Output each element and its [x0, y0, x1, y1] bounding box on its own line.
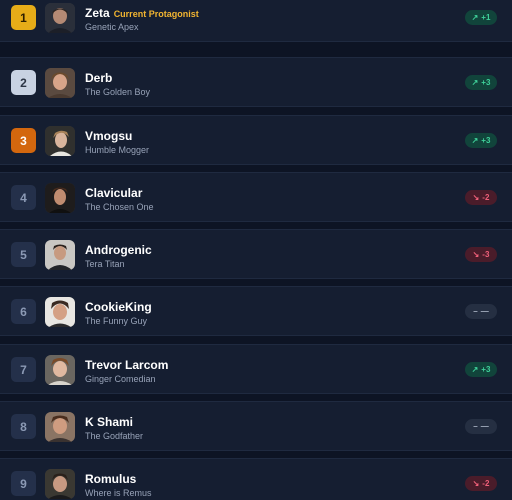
player-name: Romulus — [85, 472, 137, 486]
player-title: The Golden Boy — [85, 87, 151, 97]
player-title: The Funny Guy — [85, 316, 148, 326]
avatar — [45, 412, 75, 442]
player-name: Androgenic — [85, 243, 152, 257]
rank-change-value: -2 — [482, 479, 490, 488]
player-title: Genetic Apex — [85, 22, 139, 32]
leaderboard-row[interactable]: 3 Vmogsu Humble Mogger ↗ +3 — [0, 115, 512, 165]
rank-change-badge: – — — [465, 419, 497, 434]
player-name: Vmogsu — [85, 129, 133, 143]
rank-badge: 6 — [11, 299, 36, 324]
player-name: Zeta — [85, 6, 110, 20]
rank-change-value: +3 — [481, 365, 491, 374]
avatar — [45, 355, 75, 385]
rank-badge: 4 — [11, 185, 36, 210]
leaderboard-list: 1 Zeta Current Protagonist Genetic Apex ↗… — [0, 0, 512, 500]
player-title: Ginger Comedian — [85, 374, 156, 384]
player-name: CookieKing — [85, 300, 152, 314]
rank-change-badge: ↗ +3 — [465, 75, 497, 90]
player-title: Tera Titan — [85, 259, 125, 269]
rank-change-value: — — [480, 422, 489, 431]
avatar — [45, 469, 75, 499]
avatar — [45, 3, 75, 33]
leaderboard-row[interactable]: 9 Romulus Where is Remus ↘ -2 — [0, 458, 512, 500]
trend-up-icon: ↗ — [471, 136, 479, 145]
leaderboard-row[interactable]: 8 K Shami The Godfather – — — [0, 401, 512, 451]
rank-change-value: -2 — [482, 193, 490, 202]
rank-badge: 9 — [11, 471, 36, 496]
dash-icon: – — [473, 422, 478, 431]
avatar — [45, 183, 75, 213]
rank-badge: 1 — [11, 5, 36, 30]
status-tag: Current Protagonist — [113, 9, 199, 19]
leaderboard-row[interactable]: 1 Zeta Current Protagonist Genetic Apex ↗… — [0, 0, 512, 42]
rank-change-badge: ↘ -2 — [465, 476, 497, 491]
rank-change-badge: ↗ +3 — [465, 133, 497, 148]
rank-badge: 7 — [11, 357, 36, 382]
trend-down-icon: ↘ — [472, 193, 480, 202]
rank-badge: 3 — [11, 128, 36, 153]
leaderboard-row[interactable]: 5 Androgenic Tera Titan ↘ -3 — [0, 229, 512, 279]
rank-change-value: +1 — [481, 13, 491, 22]
avatar — [45, 297, 75, 327]
leaderboard-row[interactable]: 7 Trevor Larcom Ginger Comedian ↗ +3 — [0, 344, 512, 394]
rank-change-value: -3 — [482, 250, 490, 259]
rank-change-value: — — [480, 307, 489, 316]
leaderboard-row[interactable]: 2 Derb The Golden Boy ↗ +3 — [0, 57, 512, 107]
rank-badge: 5 — [11, 242, 36, 267]
trend-up-icon: ↗ — [471, 13, 479, 22]
avatar — [45, 68, 75, 98]
leaderboard-row[interactable]: 6 CookieKing The Funny Guy – — — [0, 286, 512, 336]
rank-change-badge: ↗ +3 — [465, 362, 497, 377]
trend-up-icon: ↗ — [471, 365, 479, 374]
rank-change-value: +3 — [481, 78, 491, 87]
player-title: Humble Mogger — [85, 145, 150, 155]
trend-up-icon: ↗ — [471, 78, 479, 87]
player-name: Trevor Larcom — [85, 358, 169, 372]
avatar — [45, 126, 75, 156]
trend-down-icon: ↘ — [472, 250, 480, 259]
rank-badge: 8 — [11, 414, 36, 439]
player-title: The Chosen One — [85, 202, 154, 212]
avatar — [45, 240, 75, 270]
rank-change-badge: – — — [465, 304, 497, 319]
player-name: Clavicular — [85, 186, 143, 200]
rank-change-value: +3 — [481, 136, 491, 145]
player-name: K Shami — [85, 415, 134, 429]
dash-icon: – — [473, 307, 478, 316]
trend-down-icon: ↘ — [472, 479, 480, 488]
player-title: The Godfather — [85, 431, 144, 441]
rank-change-badge: ↘ -3 — [465, 247, 497, 262]
rank-badge: 2 — [11, 70, 36, 95]
rank-change-badge: ↘ -2 — [465, 190, 497, 205]
leaderboard-row[interactable]: 4 Clavicular The Chosen One ↘ -2 — [0, 172, 512, 222]
player-name: Derb — [85, 71, 113, 85]
player-title: Where is Remus — [85, 488, 152, 498]
rank-change-badge: ↗ +1 — [465, 10, 497, 25]
